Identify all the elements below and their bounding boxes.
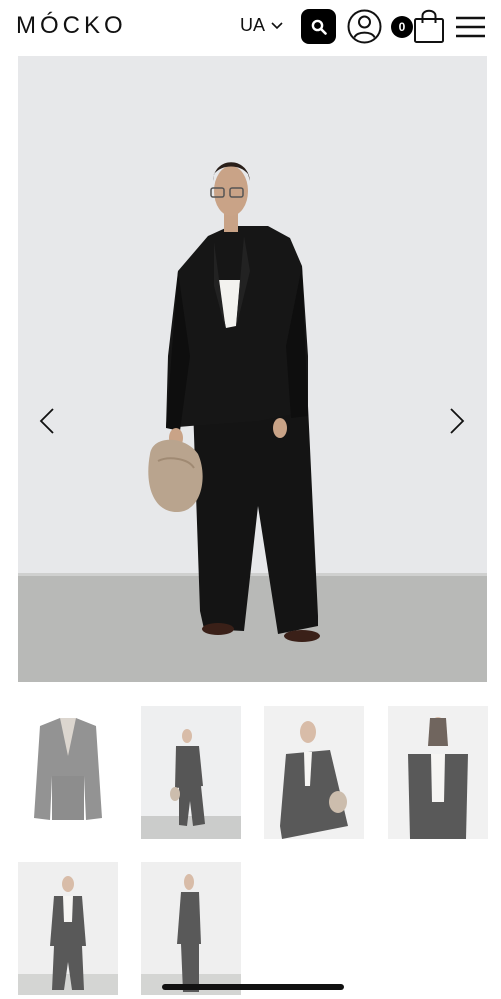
menu-icon[interactable]	[455, 15, 486, 39]
chevron-right-icon	[450, 408, 465, 434]
thumb-jacket-flatlay[interactable]	[18, 706, 118, 839]
thumb-overlay	[18, 706, 118, 839]
thumb-jacket-closeup[interactable]	[264, 706, 364, 839]
thumb-full-look-standing[interactable]	[18, 862, 118, 995]
chevron-down-icon	[271, 21, 283, 29]
shopping-bag-icon[interactable]	[413, 8, 445, 44]
chevron-left-icon	[39, 408, 54, 434]
thumb-overlay	[141, 706, 241, 839]
brand-logo[interactable]: MÓCKO	[16, 12, 127, 40]
thumb-overlay	[141, 862, 241, 995]
thumb-full-look-front[interactable]	[141, 706, 241, 839]
product-page: MÓCKO UA 0	[0, 0, 501, 999]
header: MÓCKO UA 0	[0, 0, 501, 54]
previous-image-button[interactable]	[36, 403, 58, 439]
product-main-image[interactable]	[18, 56, 487, 682]
search-icon	[311, 19, 327, 35]
account-icon[interactable]	[347, 9, 382, 44]
thumb-overlay	[264, 706, 364, 839]
thumb-overlay	[18, 862, 118, 995]
search-button[interactable]	[301, 9, 336, 44]
thumb-overlay	[388, 706, 488, 839]
language-label: UA	[240, 15, 266, 35]
thumb-side-profile[interactable]	[141, 862, 241, 995]
next-image-button[interactable]	[446, 403, 468, 439]
model-figure	[148, 162, 320, 642]
thumb-jacket-open[interactable]	[388, 706, 488, 839]
home-indicator[interactable]	[162, 984, 344, 990]
cart-count-badge: 0	[391, 16, 413, 38]
language-selector[interactable]: UA	[240, 15, 283, 36]
